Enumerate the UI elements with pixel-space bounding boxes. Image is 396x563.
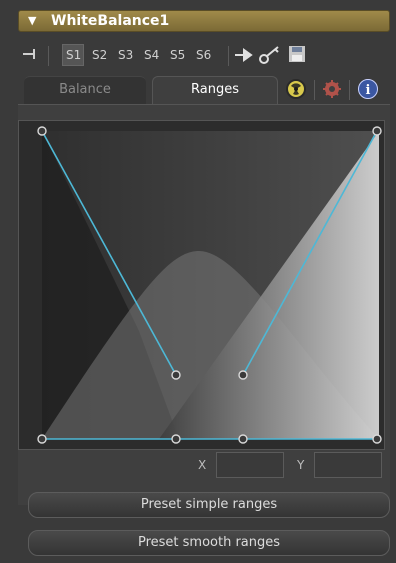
tab-bar: Balance Ranges i: [18, 76, 390, 104]
separator: [228, 46, 229, 66]
toolbar: S1 S2 S3 S4 S5 S6: [18, 40, 390, 74]
ranges-curve-canvas[interactable]: [19, 121, 384, 449]
separator: [48, 46, 49, 66]
slot-s6[interactable]: S6: [196, 48, 211, 62]
slot-s2[interactable]: S2: [92, 48, 107, 62]
arrow-right-icon[interactable]: [234, 47, 256, 66]
control-point[interactable]: [238, 434, 248, 444]
control-point[interactable]: [171, 434, 181, 444]
control-point[interactable]: [171, 370, 181, 380]
x-input[interactable]: [216, 452, 284, 478]
tool-title: WhiteBalance1: [51, 13, 170, 29]
tool-header[interactable]: ▼ WhiteBalance1: [18, 10, 390, 32]
slot-s1[interactable]: S1: [66, 48, 81, 62]
collapse-arrow-icon[interactable]: ▼: [28, 14, 36, 27]
control-point[interactable]: [372, 126, 382, 136]
y-label: Y: [297, 458, 305, 472]
preset-simple-ranges-button[interactable]: Preset simple ranges: [28, 492, 390, 518]
control-point[interactable]: [372, 434, 382, 444]
pin-icon[interactable]: [22, 47, 40, 64]
slot-s5[interactable]: S5: [170, 48, 185, 62]
y-input[interactable]: [314, 452, 382, 478]
control-point[interactable]: [37, 434, 47, 444]
tab-balance[interactable]: Balance: [24, 76, 146, 104]
preset-smooth-ranges-button[interactable]: Preset smooth ranges: [28, 530, 390, 556]
slot-s3[interactable]: S3: [118, 48, 133, 62]
control-point[interactable]: [238, 370, 248, 380]
x-label: X: [198, 458, 207, 472]
slot-s4[interactable]: S4: [144, 48, 159, 62]
control-point[interactable]: [37, 126, 47, 136]
tab-ranges[interactable]: Ranges: [152, 76, 278, 104]
radiation-icon[interactable]: [286, 79, 306, 99]
ranges-curve-editor[interactable]: [18, 120, 385, 450]
separator: [349, 80, 350, 100]
separator: [314, 80, 315, 100]
tool-panel: ▼ WhiteBalance1 S1 S2 S3 S4 S5 S6 Balanc…: [0, 0, 396, 563]
save-icon[interactable]: [288, 45, 306, 66]
svg-text:i: i: [366, 83, 371, 98]
key-icon[interactable]: [258, 45, 282, 68]
info-icon[interactable]: i: [358, 79, 378, 99]
gear-icon[interactable]: [322, 79, 342, 99]
